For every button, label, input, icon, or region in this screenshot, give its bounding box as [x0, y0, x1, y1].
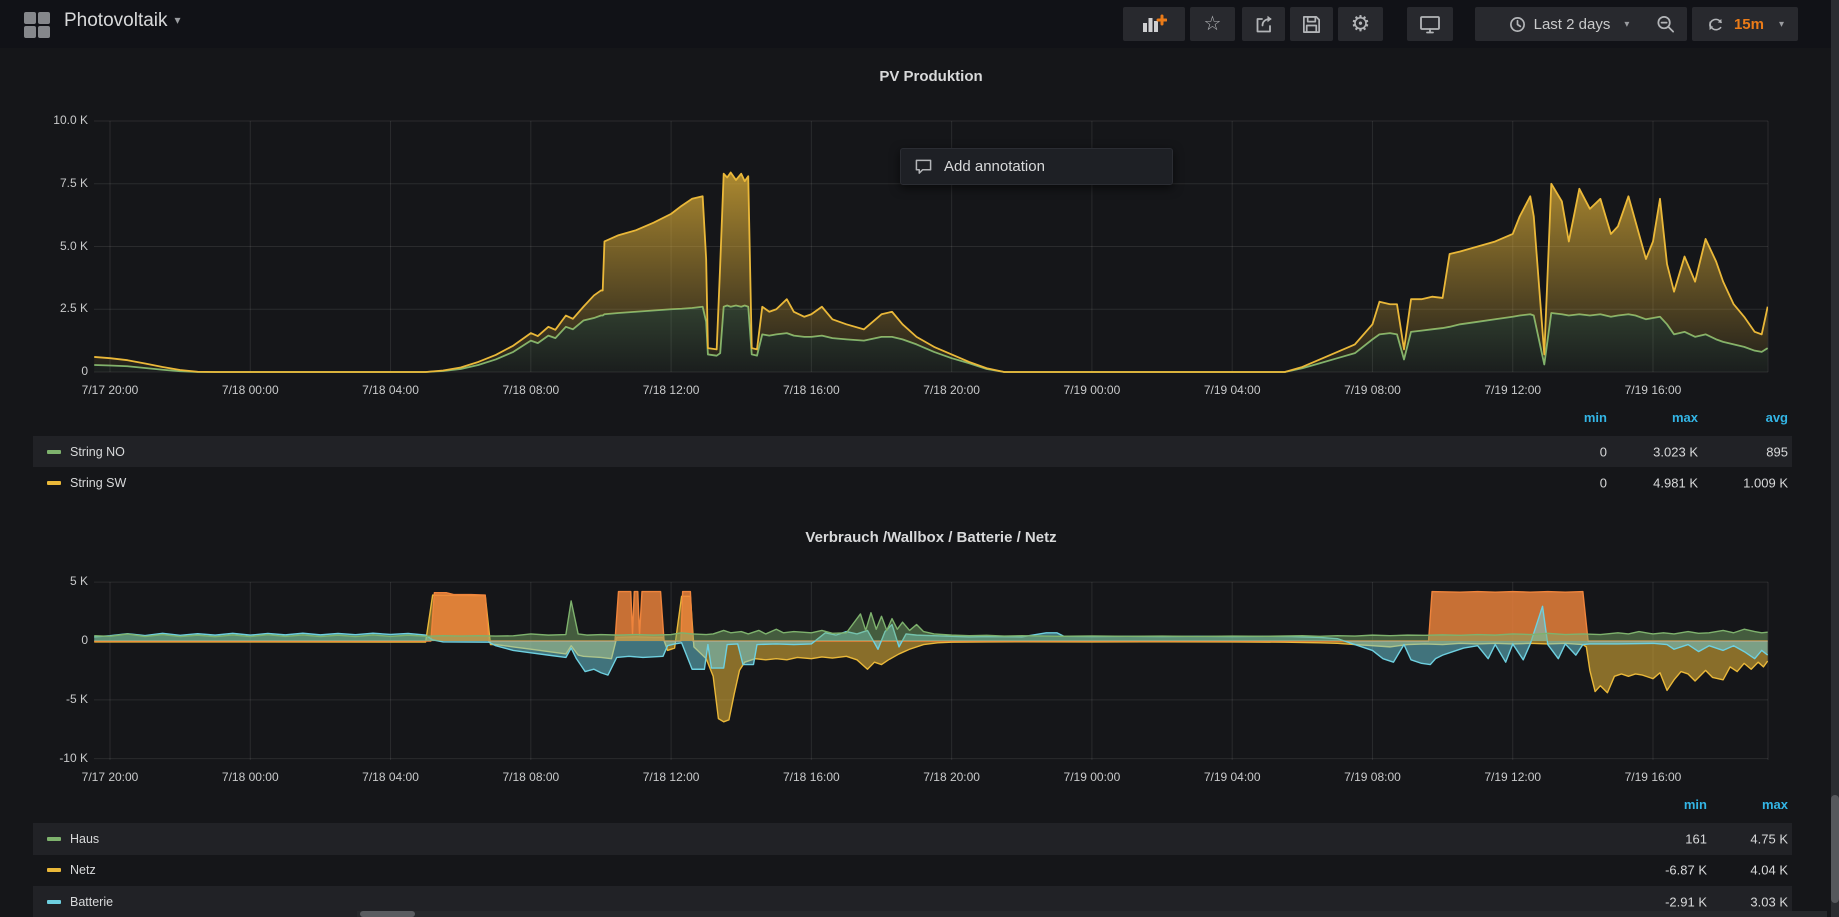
x-axis-tick-label: 7/18 00:00	[195, 770, 305, 784]
legend-stat-value-max: 4.04 K	[1678, 863, 1788, 878]
pv-produktion-chart[interactable]	[0, 95, 1839, 395]
x-axis-tick-label: 7/18 16:00	[756, 770, 866, 784]
y-axis-tick-label: 2.5 K	[0, 301, 88, 315]
x-axis-tick-label: 7/18 04:00	[336, 770, 446, 784]
legend-series-label[interactable]: String SW	[70, 476, 126, 490]
horizontal-scrollbar-thumb[interactable]	[360, 911, 415, 917]
grafana-dashboard: Photovoltaik ▾ ☆	[0, 0, 1839, 917]
x-axis-tick-label: 7/19 04:00	[1177, 383, 1287, 397]
chevron-down-icon: ▾	[1624, 19, 1629, 30]
add-annotation-label: Add annotation	[944, 158, 1045, 175]
vertical-scrollbar-track[interactable]	[1831, 0, 1839, 917]
dashboard-title-dropdown[interactable]: Photovoltaik ▾	[64, 10, 181, 32]
share-icon	[1253, 13, 1275, 35]
x-axis-tick-label: 7/18 12:00	[616, 383, 726, 397]
y-axis-tick-label: 5 K	[0, 574, 88, 588]
save-icon	[1301, 14, 1322, 35]
clock-icon	[1509, 16, 1526, 33]
add-panel-icon	[1141, 14, 1167, 34]
x-axis-tick-label: 7/18 20:00	[897, 383, 1007, 397]
legend-color-swatch	[47, 868, 61, 872]
legend-stat-value-avg: 1.009 K	[1678, 475, 1788, 490]
monitor-icon	[1418, 13, 1442, 35]
gear-icon: ⚙	[1351, 13, 1371, 35]
legend-row-netz[interactable]: Netz-6.87 K4.04 K	[33, 855, 1792, 887]
legend-series-label[interactable]: Haus	[70, 832, 99, 846]
horizontal-scrollbar-track[interactable]	[357, 911, 1827, 917]
legend-color-swatch	[47, 450, 61, 454]
x-axis-tick-label: 7/18 08:00	[476, 770, 586, 784]
legend-stat-header-max: max	[1678, 797, 1788, 812]
refresh-icon	[1706, 15, 1725, 34]
x-axis-tick-label: 7/19 00:00	[1037, 383, 1147, 397]
legend-row-haus[interactable]: Haus1614.75 K	[33, 823, 1792, 855]
legend-series-label[interactable]: Netz	[70, 863, 96, 877]
legend-stat-value-avg: 895	[1678, 444, 1788, 459]
zoom-out-icon	[1655, 14, 1676, 35]
add-annotation-menu-item[interactable]: Add annotation	[900, 148, 1173, 185]
navbar: Photovoltaik ▾ ☆	[0, 0, 1839, 48]
comment-bubble-icon	[914, 158, 933, 175]
x-axis-tick-label: 7/19 16:00	[1598, 770, 1708, 784]
y-axis-tick-label: 10.0 K	[0, 113, 88, 127]
x-axis-tick-label: 7/18 00:00	[195, 383, 305, 397]
vertical-scrollbar-thumb[interactable]	[1831, 795, 1839, 903]
legend-stat-value-max: 4.75 K	[1678, 831, 1788, 846]
y-axis-tick-label: 0	[0, 364, 88, 378]
refresh-picker[interactable]: 15m ▾	[1692, 7, 1798, 41]
x-axis-tick-label: 7/19 08:00	[1317, 770, 1427, 784]
x-axis-tick-label: 7/19 00:00	[1037, 770, 1147, 784]
tv-mode-button[interactable]	[1407, 7, 1453, 41]
legend-color-swatch	[47, 481, 61, 485]
y-axis-tick-label: -10 K	[0, 751, 88, 765]
y-axis-tick-label: 5.0 K	[0, 239, 88, 253]
x-axis-tick-label: 7/19 16:00	[1598, 383, 1708, 397]
verbrauch-chart[interactable]	[0, 568, 1839, 793]
zoom-out-button[interactable]	[1643, 7, 1687, 41]
share-button[interactable]	[1242, 7, 1285, 41]
legend-series-label[interactable]: String NO	[70, 445, 125, 459]
dashboard-title: Photovoltaik	[64, 10, 168, 31]
legend-stat-header-avg: avg	[1678, 410, 1788, 425]
panel-title-pv-produktion[interactable]: PV Produktion	[94, 68, 1768, 85]
save-button[interactable]	[1290, 7, 1333, 41]
y-axis-tick-label: 7.5 K	[0, 176, 88, 190]
legend-series-label[interactable]: Batterie	[70, 895, 113, 909]
y-axis-tick-label: 0	[0, 633, 88, 647]
legend-color-swatch	[47, 837, 61, 841]
legend-color-swatch	[47, 900, 61, 904]
x-axis-tick-label: 7/18 08:00	[476, 383, 586, 397]
x-axis-tick-label: 7/18 12:00	[616, 770, 726, 784]
legend-stat-value-max: 3.03 K	[1678, 894, 1788, 909]
legend-row-string-sw[interactable]: String SW04.981 K1.009 K	[33, 467, 1792, 498]
dashboard-grid-icon[interactable]	[24, 12, 50, 38]
star-icon: ☆	[1204, 14, 1222, 34]
x-axis-tick-label: 7/19 04:00	[1177, 770, 1287, 784]
settings-button[interactable]: ⚙	[1338, 7, 1383, 41]
time-range-picker[interactable]: Last 2 days ▾	[1475, 7, 1663, 41]
x-axis-tick-label: 7/17 20:00	[55, 770, 165, 784]
x-axis-tick-label: 7/18 16:00	[756, 383, 866, 397]
chevron-down-icon: ▾	[1779, 19, 1784, 30]
legend-row-string-no[interactable]: String NO03.023 K895	[33, 436, 1792, 467]
time-range-label: Last 2 days	[1534, 16, 1611, 33]
y-axis-tick-label: -5 K	[0, 692, 88, 706]
refresh-interval-label: 15m	[1734, 16, 1764, 33]
x-axis-tick-label: 7/18 04:00	[336, 383, 446, 397]
x-axis-tick-label: 7/19 12:00	[1458, 383, 1568, 397]
chevron-down-icon: ▾	[175, 13, 181, 27]
star-button[interactable]: ☆	[1190, 7, 1235, 41]
x-axis-tick-label: 7/17 20:00	[55, 383, 165, 397]
x-axis-tick-label: 7/18 20:00	[897, 770, 1007, 784]
add-panel-button[interactable]	[1123, 7, 1185, 41]
panel-title-verbrauch[interactable]: Verbrauch /Wallbox / Batterie / Netz	[94, 529, 1768, 546]
x-axis-tick-label: 7/19 12:00	[1458, 770, 1568, 784]
x-axis-tick-label: 7/19 08:00	[1317, 383, 1427, 397]
